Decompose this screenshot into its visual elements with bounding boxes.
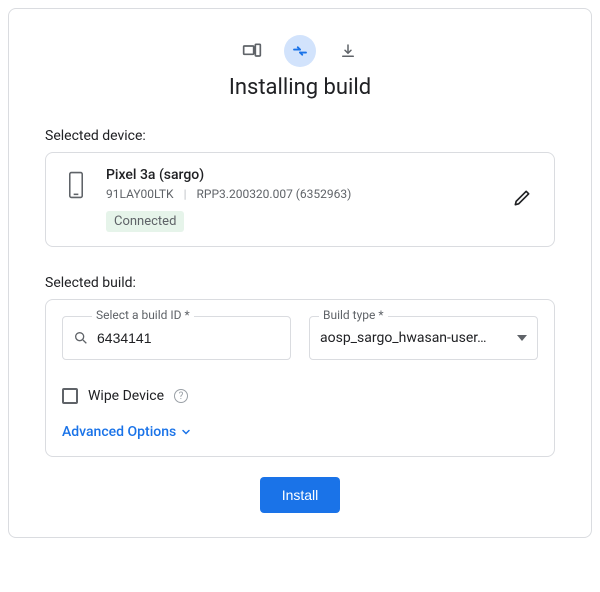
build-id-input[interactable] bbox=[97, 330, 280, 346]
wipe-device-checkbox[interactable] bbox=[62, 388, 78, 404]
help-icon[interactable]: ? bbox=[174, 389, 188, 403]
device-serial: 91LAY00LTK bbox=[106, 187, 174, 201]
device-name: Pixel 3a (sargo) bbox=[106, 167, 486, 183]
build-type-field[interactable]: Build type * aosp_sargo_hwasan-user… bbox=[309, 316, 538, 360]
chevron-down-icon bbox=[180, 426, 192, 438]
install-panel: Installing build Selected device: Pixel … bbox=[8, 8, 592, 538]
device-fingerprint: RPP3.200320.007 (6352963) bbox=[197, 187, 352, 201]
device-info: Pixel 3a (sargo) 91LAY00LTK | RPP3.20032… bbox=[106, 167, 486, 232]
device-card: Pixel 3a (sargo) 91LAY00LTK | RPP3.20032… bbox=[45, 152, 555, 247]
step-install-icon bbox=[284, 35, 316, 67]
step-device-icon bbox=[236, 35, 268, 67]
chevron-down-icon bbox=[517, 335, 527, 341]
selected-build-label: Selected build: bbox=[45, 275, 555, 291]
build-type-label: Build type * bbox=[319, 308, 388, 322]
install-button[interactable]: Install bbox=[260, 477, 341, 513]
step-download-icon bbox=[332, 35, 364, 67]
build-type-value: aosp_sargo_hwasan-user… bbox=[320, 330, 509, 346]
wipe-device-row: Wipe Device ? bbox=[62, 388, 538, 404]
selected-device-label: Selected device: bbox=[45, 128, 555, 144]
pencil-icon bbox=[512, 188, 532, 208]
build-card: Select a build ID * Build type * aosp_sa… bbox=[45, 299, 555, 457]
status-badge: Connected bbox=[106, 211, 184, 232]
device-meta: 91LAY00LTK | RPP3.200320.007 (6352963) bbox=[106, 187, 486, 201]
search-icon bbox=[73, 330, 89, 346]
build-id-field[interactable]: Select a build ID * bbox=[62, 316, 291, 360]
phone-icon bbox=[66, 171, 86, 203]
advanced-options-toggle[interactable]: Advanced Options bbox=[62, 424, 192, 440]
build-id-label: Select a build ID * bbox=[92, 308, 194, 322]
wipe-device-label: Wipe Device bbox=[88, 388, 164, 404]
edit-device-button[interactable] bbox=[506, 182, 538, 217]
stepper bbox=[45, 35, 555, 67]
page-title: Installing build bbox=[45, 75, 555, 100]
advanced-options-label: Advanced Options bbox=[62, 424, 176, 440]
